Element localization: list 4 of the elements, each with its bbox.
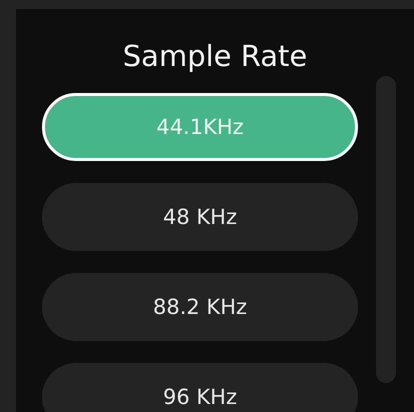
sample-rate-option[interactable]: 48 KHz [42,183,358,251]
sample-rate-option[interactable]: 96 KHz [42,363,358,412]
dialog-title: Sample Rate [122,38,308,75]
sample-rate-option[interactable]: 88.2 KHz [42,273,358,341]
